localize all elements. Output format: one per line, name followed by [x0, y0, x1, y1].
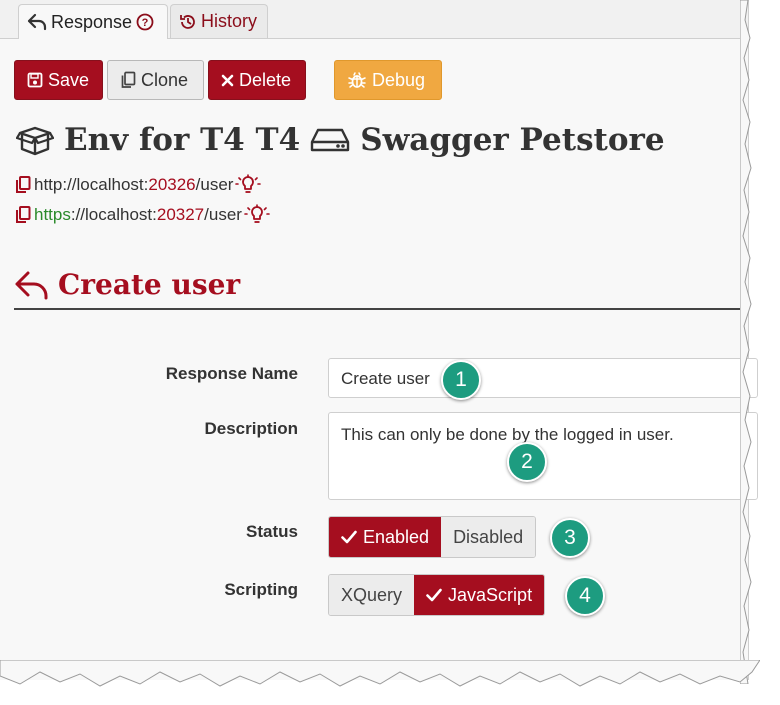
callout-badge-2: 2 — [507, 442, 547, 482]
debug-button-label: Debug — [372, 69, 426, 90]
clone-button[interactable]: Clone — [107, 60, 204, 100]
delete-button-label: Delete — [239, 69, 292, 90]
callout-badge-3: 3 — [550, 518, 590, 558]
copy-icon[interactable] — [14, 175, 32, 195]
scripting-xquery-option[interactable]: XQuery — [329, 575, 415, 615]
torn-edge-bottom — [0, 660, 760, 687]
service-name: Swagger Petstore — [360, 122, 665, 158]
url-scheme: http — [34, 175, 63, 194]
torn-edge-right — [740, 0, 752, 684]
help-circle-icon[interactable]: ? — [136, 13, 154, 31]
debug-button[interactable]: Debug — [334, 60, 442, 100]
section-title: Create user — [58, 268, 241, 301]
status-toggle: Enabled Disabled — [328, 516, 537, 558]
scripting-toggle: XQuery JavaScript — [328, 574, 546, 616]
hard-drive-icon — [310, 126, 350, 154]
status-enabled-label: Enabled — [363, 526, 430, 547]
lightbulb-icon[interactable] — [235, 174, 262, 196]
tab-history-label: History — [201, 11, 258, 31]
copy-icon — [120, 71, 136, 89]
tab-response[interactable]: Response ? — [18, 4, 168, 39]
url-port: 20327 — [156, 205, 205, 224]
url-path: /user — [204, 205, 242, 224]
scripting-javascript-label: JavaScript — [448, 584, 533, 605]
tab-history[interactable]: History — [170, 4, 268, 38]
delete-button[interactable]: Delete — [208, 60, 306, 100]
url-port: 20326 — [148, 175, 196, 194]
environment-name: Env for T4 T4 — [64, 122, 301, 158]
lightbulb-icon[interactable] — [244, 204, 270, 226]
check-icon — [341, 530, 357, 544]
callout-badge-1: 1 — [441, 360, 481, 400]
scripting-javascript-option[interactable]: JavaScript — [414, 575, 545, 615]
scripting-label: Scripting — [224, 580, 298, 599]
bug-icon — [347, 71, 367, 89]
page-title: Env for T4 T4 Swagger Petstore — [16, 122, 665, 158]
copy-icon[interactable] — [14, 205, 32, 225]
url-path: /user — [195, 175, 234, 194]
status-disabled-label: Disabled — [453, 526, 524, 547]
clone-button-label: Clone — [141, 69, 189, 90]
description-value: This can only be done by the logged in u… — [341, 425, 674, 444]
scripting-xquery-label: XQuery — [341, 584, 403, 605]
history-icon — [179, 13, 197, 31]
section-divider — [14, 308, 748, 310]
save-icon — [27, 72, 43, 88]
check-icon — [426, 588, 442, 602]
response-name-value: Create user — [341, 369, 430, 388]
response-name-input[interactable]: Create user — [328, 358, 758, 398]
save-button-label: Save — [48, 69, 90, 90]
response-name-label: Response Name — [165, 364, 298, 383]
callout-badge-4: 4 — [565, 576, 605, 616]
reply-icon — [14, 270, 50, 300]
reply-icon — [27, 13, 47, 31]
url-host: ://localhost: — [62, 175, 149, 194]
url-https: https://localhost:20327/user — [14, 204, 270, 226]
open-box-icon — [16, 124, 54, 156]
status-label: Status — [246, 522, 298, 541]
save-button[interactable]: Save — [14, 60, 103, 100]
svg-text:?: ? — [142, 17, 149, 29]
tab-response-label: Response — [51, 11, 133, 32]
url-scheme: https — [34, 205, 71, 224]
section-heading: Create user — [14, 268, 240, 301]
url-host: ://localhost: — [70, 205, 157, 224]
close-icon — [221, 74, 234, 87]
status-enabled-option[interactable]: Enabled — [329, 517, 442, 557]
tab-bar: Response ? History — [0, 0, 748, 39]
description-label: Description — [204, 419, 298, 438]
url-http: http://localhost:20326/user — [14, 174, 262, 196]
status-disabled-option[interactable]: Disabled — [441, 517, 536, 557]
